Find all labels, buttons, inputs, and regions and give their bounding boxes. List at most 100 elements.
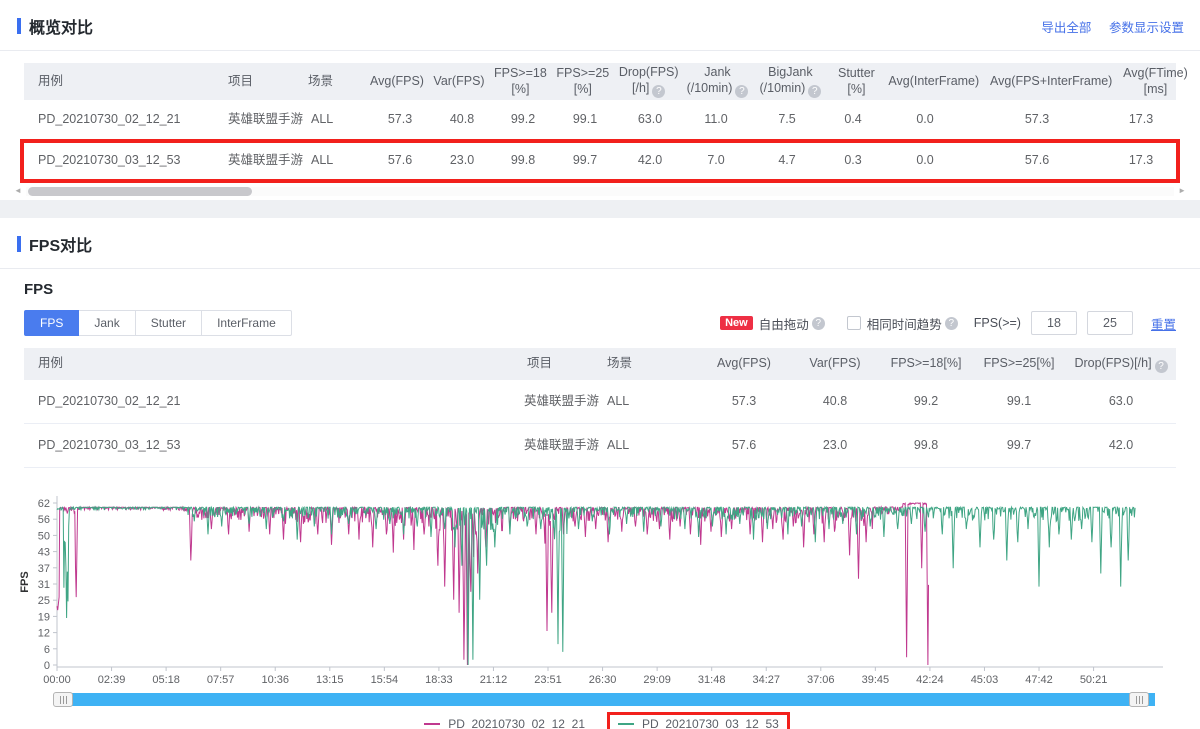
column-header: FPS>=25[%] bbox=[972, 354, 1066, 374]
overview-title: 概览对比 bbox=[17, 14, 93, 38]
column-header: FPS>=18[%] bbox=[490, 64, 551, 99]
scrollbar-thumb[interactable] bbox=[28, 187, 252, 196]
column-header: FPS>=25[%] bbox=[551, 64, 615, 99]
svg-text:39:45: 39:45 bbox=[862, 674, 890, 686]
slider-handle-left[interactable] bbox=[53, 692, 73, 707]
svg-text:37: 37 bbox=[38, 563, 50, 575]
column-header: Stutter[%] bbox=[828, 64, 884, 99]
table-cell: ALL bbox=[307, 151, 369, 171]
table-cell: 99.2 bbox=[493, 110, 553, 130]
table-cell: 0.3 bbox=[825, 151, 881, 171]
overview-horizontal-scrollbar[interactable]: ◄ ► bbox=[10, 185, 1190, 197]
table-cell: 23.0 bbox=[431, 151, 493, 171]
fps-controls-row: FPSJankStutterInterFrame New 自由拖动 相同时间趋势… bbox=[24, 310, 1176, 336]
scroll-left-arrow-icon[interactable]: ◄ bbox=[10, 185, 26, 197]
tab-interframe[interactable]: InterFrame bbox=[202, 310, 292, 336]
fps-threshold-input-2[interactable] bbox=[1087, 311, 1133, 335]
tab-stutter[interactable]: Stutter bbox=[136, 310, 202, 336]
svg-text:07:57: 07:57 bbox=[207, 674, 235, 686]
help-icon[interactable] bbox=[808, 85, 821, 98]
tab-jank[interactable]: Jank bbox=[79, 310, 135, 336]
column-header: 场景 bbox=[304, 72, 366, 92]
column-header: Avg(FPS) bbox=[698, 354, 790, 374]
table-cell: 99.2 bbox=[880, 392, 972, 412]
reset-link[interactable]: 重置 bbox=[1151, 314, 1176, 333]
table-cell: PD_20210730_02_12_21 bbox=[24, 110, 224, 130]
scroll-right-arrow-icon[interactable]: ► bbox=[1174, 185, 1190, 197]
table-cell: 7.0 bbox=[683, 151, 749, 171]
table-cell: ALL bbox=[603, 392, 698, 412]
legend-item[interactable]: PD_20210730_03_12_53 bbox=[607, 712, 790, 729]
table-cell: ALL bbox=[307, 110, 369, 130]
fps-threshold-label: FPS(>=) bbox=[974, 316, 1021, 330]
slider-handle-right[interactable] bbox=[1129, 692, 1149, 707]
table-cell: 99.1 bbox=[553, 110, 617, 130]
svg-text:05:18: 05:18 bbox=[152, 674, 180, 686]
table-cell: 40.8 bbox=[431, 110, 493, 130]
help-icon[interactable] bbox=[812, 317, 825, 330]
table-row[interactable]: PD_20210730_03_12_53英雄联盟手游ALL57.623.099.… bbox=[24, 424, 1176, 468]
table-cell: 英雄联盟手游 bbox=[224, 151, 307, 171]
table-cell: 99.7 bbox=[553, 151, 617, 171]
table-cell: 4.7 bbox=[749, 151, 825, 171]
free-drag-label: 自由拖动 bbox=[759, 314, 809, 333]
table-cell: 57.6 bbox=[969, 151, 1105, 171]
svg-text:37:06: 37:06 bbox=[807, 674, 835, 686]
table-cell: 99.8 bbox=[880, 436, 972, 456]
svg-text:34:27: 34:27 bbox=[752, 674, 780, 686]
series-line-PD_20210730_03_12_53 bbox=[57, 507, 1135, 665]
svg-text:21:12: 21:12 bbox=[480, 674, 508, 686]
overview-section: 概览对比 导出全部 参数显示设置 用例项目场景Avg(FPS)Var(FPS)F… bbox=[0, 0, 1200, 200]
fps-subtitle: FPS bbox=[24, 281, 1176, 298]
column-header: Var(FPS) bbox=[428, 72, 490, 92]
column-header: BigJank(/10min) bbox=[752, 63, 828, 100]
table-cell: 42.0 bbox=[1066, 436, 1176, 456]
svg-text:19: 19 bbox=[38, 611, 50, 623]
help-icon[interactable] bbox=[945, 317, 958, 330]
table-row[interactable]: PD_20210730_02_12_21英雄联盟手游ALL57.340.899.… bbox=[24, 100, 1176, 141]
help-icon[interactable] bbox=[652, 85, 665, 98]
table-cell: 英雄联盟手游 bbox=[224, 110, 307, 130]
title-accent-bar bbox=[17, 236, 21, 252]
new-badge: New bbox=[720, 316, 753, 330]
time-range-slider[interactable] bbox=[16, 692, 1184, 707]
svg-text:56: 56 bbox=[38, 514, 50, 526]
table-row[interactable]: PD_20210730_02_12_21英雄联盟手游ALL57.340.899.… bbox=[24, 380, 1176, 424]
column-header: 项目 bbox=[523, 354, 603, 374]
export-all-link[interactable]: 导出全部 bbox=[1041, 21, 1091, 35]
legend-item[interactable]: PD_20210730_02_12_21 bbox=[416, 715, 593, 729]
scrollbar-track[interactable] bbox=[26, 187, 1174, 196]
table-cell: 99.1 bbox=[972, 392, 1066, 412]
column-header: Jank(/10min) bbox=[683, 63, 753, 100]
param-display-settings-link[interactable]: 参数显示设置 bbox=[1109, 21, 1184, 35]
table-header-row: 用例项目场景Avg(FPS)Var(FPS)FPS>=18[%]FPS>=25[… bbox=[24, 63, 1176, 100]
table-cell: 11.0 bbox=[683, 110, 749, 130]
same-time-trend-checkbox[interactable] bbox=[847, 316, 861, 330]
help-icon[interactable] bbox=[1155, 360, 1168, 373]
table-cell: PD_20210730_03_12_53 bbox=[24, 436, 520, 456]
tab-fps[interactable]: FPS bbox=[24, 310, 79, 336]
column-header: Drop(FPS)[/h] bbox=[615, 63, 683, 100]
legend-dash-icon bbox=[618, 723, 634, 725]
svg-text:62: 62 bbox=[38, 498, 50, 510]
slider-track[interactable] bbox=[57, 693, 1155, 706]
table-cell: 7.5 bbox=[749, 110, 825, 130]
help-icon[interactable] bbox=[735, 85, 748, 98]
table-row[interactable]: PD_20210730_03_12_53英雄联盟手游ALL57.623.099.… bbox=[24, 141, 1176, 182]
svg-text:42:24: 42:24 bbox=[916, 674, 944, 686]
table-cell: 42.0 bbox=[617, 151, 683, 171]
svg-text:25: 25 bbox=[38, 595, 50, 607]
svg-text:6: 6 bbox=[44, 644, 50, 656]
column-header: FPS>=18[%] bbox=[880, 354, 972, 374]
table-cell: 57.3 bbox=[369, 110, 431, 130]
table-cell: PD_20210730_02_12_21 bbox=[24, 392, 520, 412]
column-header: Avg(InterFrame) bbox=[884, 72, 983, 92]
table-cell: 英雄联盟手游 bbox=[520, 392, 603, 412]
svg-text:FPS: FPS bbox=[19, 571, 31, 592]
fps-threshold-input-1[interactable] bbox=[1031, 311, 1077, 335]
same-time-trend-label: 相同时间趋势 bbox=[867, 314, 942, 333]
fps-line-chart[interactable]: 06121925313743505662FPS00:0002:3905:1807… bbox=[16, 482, 1184, 687]
table-cell: 57.3 bbox=[969, 110, 1105, 130]
svg-text:29:09: 29:09 bbox=[643, 674, 671, 686]
metric-tab-group: FPSJankStutterInterFrame bbox=[24, 310, 292, 336]
